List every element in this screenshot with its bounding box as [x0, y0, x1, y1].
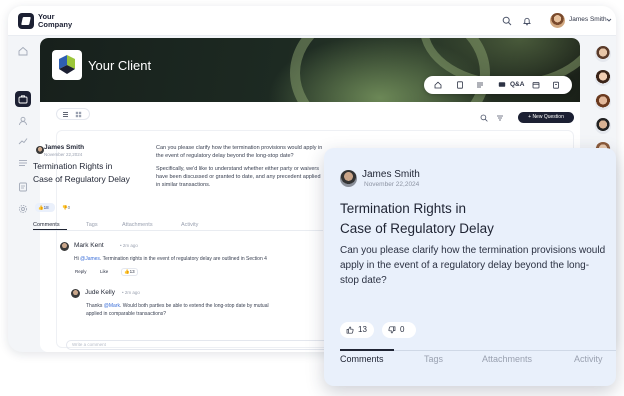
comment-text: Thanks @Mark. Would both parties be able…: [86, 303, 269, 309]
client-logo-icon: [59, 55, 75, 74]
company-name-line2: Company: [38, 20, 73, 29]
popup-tab-attachments[interactable]: Attachments: [482, 354, 532, 364]
comment-time: • 2m ago: [120, 243, 138, 248]
question-title-line2: Case of Regulatory Delay: [33, 174, 130, 184]
popup-like-button[interactable]: 13: [340, 322, 374, 338]
question-detail-popup: James Smith November 22,2024 Termination…: [324, 148, 616, 386]
participant-avatar[interactable]: [595, 70, 611, 86]
question-title: Termination Rights in Case of Regulatory…: [33, 160, 153, 186]
tab-tags[interactable]: Tags: [86, 222, 98, 228]
popup-date: November 22,2024: [364, 181, 420, 188]
popup-title-line1: Termination Rights in: [340, 201, 467, 216]
mention-link[interactable]: @Mark: [104, 303, 120, 309]
client-banner: Your Client Q&A: [40, 38, 580, 102]
briefcase-icon: [18, 95, 28, 104]
participant-avatar[interactable]: [595, 46, 611, 62]
calendar-icon[interactable]: [532, 81, 540, 89]
comment-input[interactable]: Write a comment: [66, 340, 330, 350]
filter-icon[interactable]: [496, 114, 504, 122]
question-author: James Smith: [44, 144, 85, 151]
chat-icon[interactable]: [498, 81, 506, 89]
tab-comments[interactable]: Comments: [33, 222, 60, 228]
section-toolbar: Q&A: [424, 76, 572, 94]
dislike-button[interactable]: 👎0: [59, 203, 77, 212]
question-body-paragraph: Can you please clarify how the terminati…: [156, 145, 323, 159]
reply-button[interactable]: Reply: [75, 269, 87, 274]
trend-icon[interactable]: [18, 136, 28, 146]
question-date: November 22,2024: [44, 152, 83, 157]
tab-attachments[interactable]: Attachments: [122, 222, 153, 228]
popup-title: Termination Rights in Case of Regulatory…: [340, 199, 580, 239]
popup-like-count: 13: [358, 325, 367, 334]
home-icon[interactable]: [434, 81, 442, 89]
comment-text: applied in comparable transactions?: [86, 311, 167, 317]
new-question-button[interactable]: + New Question: [518, 112, 574, 123]
client-logo: [52, 50, 82, 80]
search-icon[interactable]: [480, 114, 488, 122]
question-title-line1: Termination Rights in: [33, 161, 113, 171]
view-toggle[interactable]: [56, 108, 90, 120]
question-body-paragraph: Specifically, we'd like to understand wh…: [156, 166, 321, 188]
list-icon[interactable]: [476, 81, 484, 89]
comment-like-button[interactable]: Like: [100, 269, 108, 274]
chevron-down-icon[interactable]: [606, 17, 612, 23]
like-button[interactable]: 👍18: [35, 203, 55, 212]
search-icon[interactable]: [502, 16, 512, 26]
mention-link[interactable]: @James: [80, 256, 100, 262]
bell-icon[interactable]: [522, 16, 532, 26]
company-logo-icon[interactable]: [18, 13, 34, 29]
home-icon[interactable]: [18, 46, 28, 56]
popup-tab-comments[interactable]: Comments: [340, 354, 384, 364]
like-count: 18: [43, 205, 49, 210]
thumbs-down-icon: [388, 326, 396, 334]
gear-icon[interactable]: [18, 204, 28, 214]
author-avatar: [340, 170, 357, 187]
comment-time: • 2m ago: [122, 290, 140, 295]
commenter-avatar: [71, 289, 80, 298]
dislike-count: 0: [67, 205, 71, 210]
client-name: Your Client: [88, 58, 152, 73]
popup-title-line2: Case of Regulatory Delay: [340, 221, 494, 236]
popup-author: James Smith: [362, 169, 420, 180]
list-view-icon[interactable]: [62, 111, 69, 118]
comment-author: Jude Kelly: [85, 289, 115, 296]
participant-avatar[interactable]: [595, 94, 611, 110]
comment-like-count[interactable]: 👍13: [121, 268, 138, 276]
popup-tab-tags[interactable]: Tags: [424, 354, 443, 364]
tab-qa[interactable]: Q&A: [510, 81, 524, 88]
left-sidebar: [8, 36, 38, 352]
company-name: Your Company: [38, 13, 72, 29]
comment-text: Hi @James. Termination rights in the eve…: [74, 256, 267, 262]
document-icon[interactable]: [456, 81, 464, 89]
comment-like-count-value: 13: [129, 269, 135, 274]
user-avatar[interactable]: [550, 13, 565, 28]
author-avatar: [36, 146, 44, 154]
grid-view-icon[interactable]: [75, 111, 82, 118]
tabs-divider: [33, 230, 323, 231]
commenter-avatar: [60, 242, 69, 251]
popup-tab-activity[interactable]: Activity: [574, 354, 603, 364]
list-icon[interactable]: [18, 158, 28, 168]
top-bar: Your Company James Smith: [8, 6, 616, 36]
participant-avatar[interactable]: [595, 118, 611, 134]
clipboard-icon[interactable]: [552, 81, 560, 89]
user-icon[interactable]: [18, 116, 28, 126]
user-name[interactable]: James Smith: [569, 16, 607, 23]
popup-tabs: Comments Tags Attachments Activity: [340, 354, 616, 368]
popup-dislike-button[interactable]: 0: [382, 322, 416, 338]
tab-activity[interactable]: Activity: [181, 222, 198, 228]
question-body: Can you please clarify how the terminati…: [156, 144, 326, 189]
popup-dislike-count: 0: [400, 325, 405, 334]
comment-author: Mark Kent: [74, 242, 104, 249]
report-icon[interactable]: [18, 182, 28, 192]
popup-body: Can you please clarify how the terminati…: [340, 245, 606, 286]
popup-active-tab-indicator: [340, 349, 394, 351]
thumbs-up-icon: [346, 326, 354, 334]
